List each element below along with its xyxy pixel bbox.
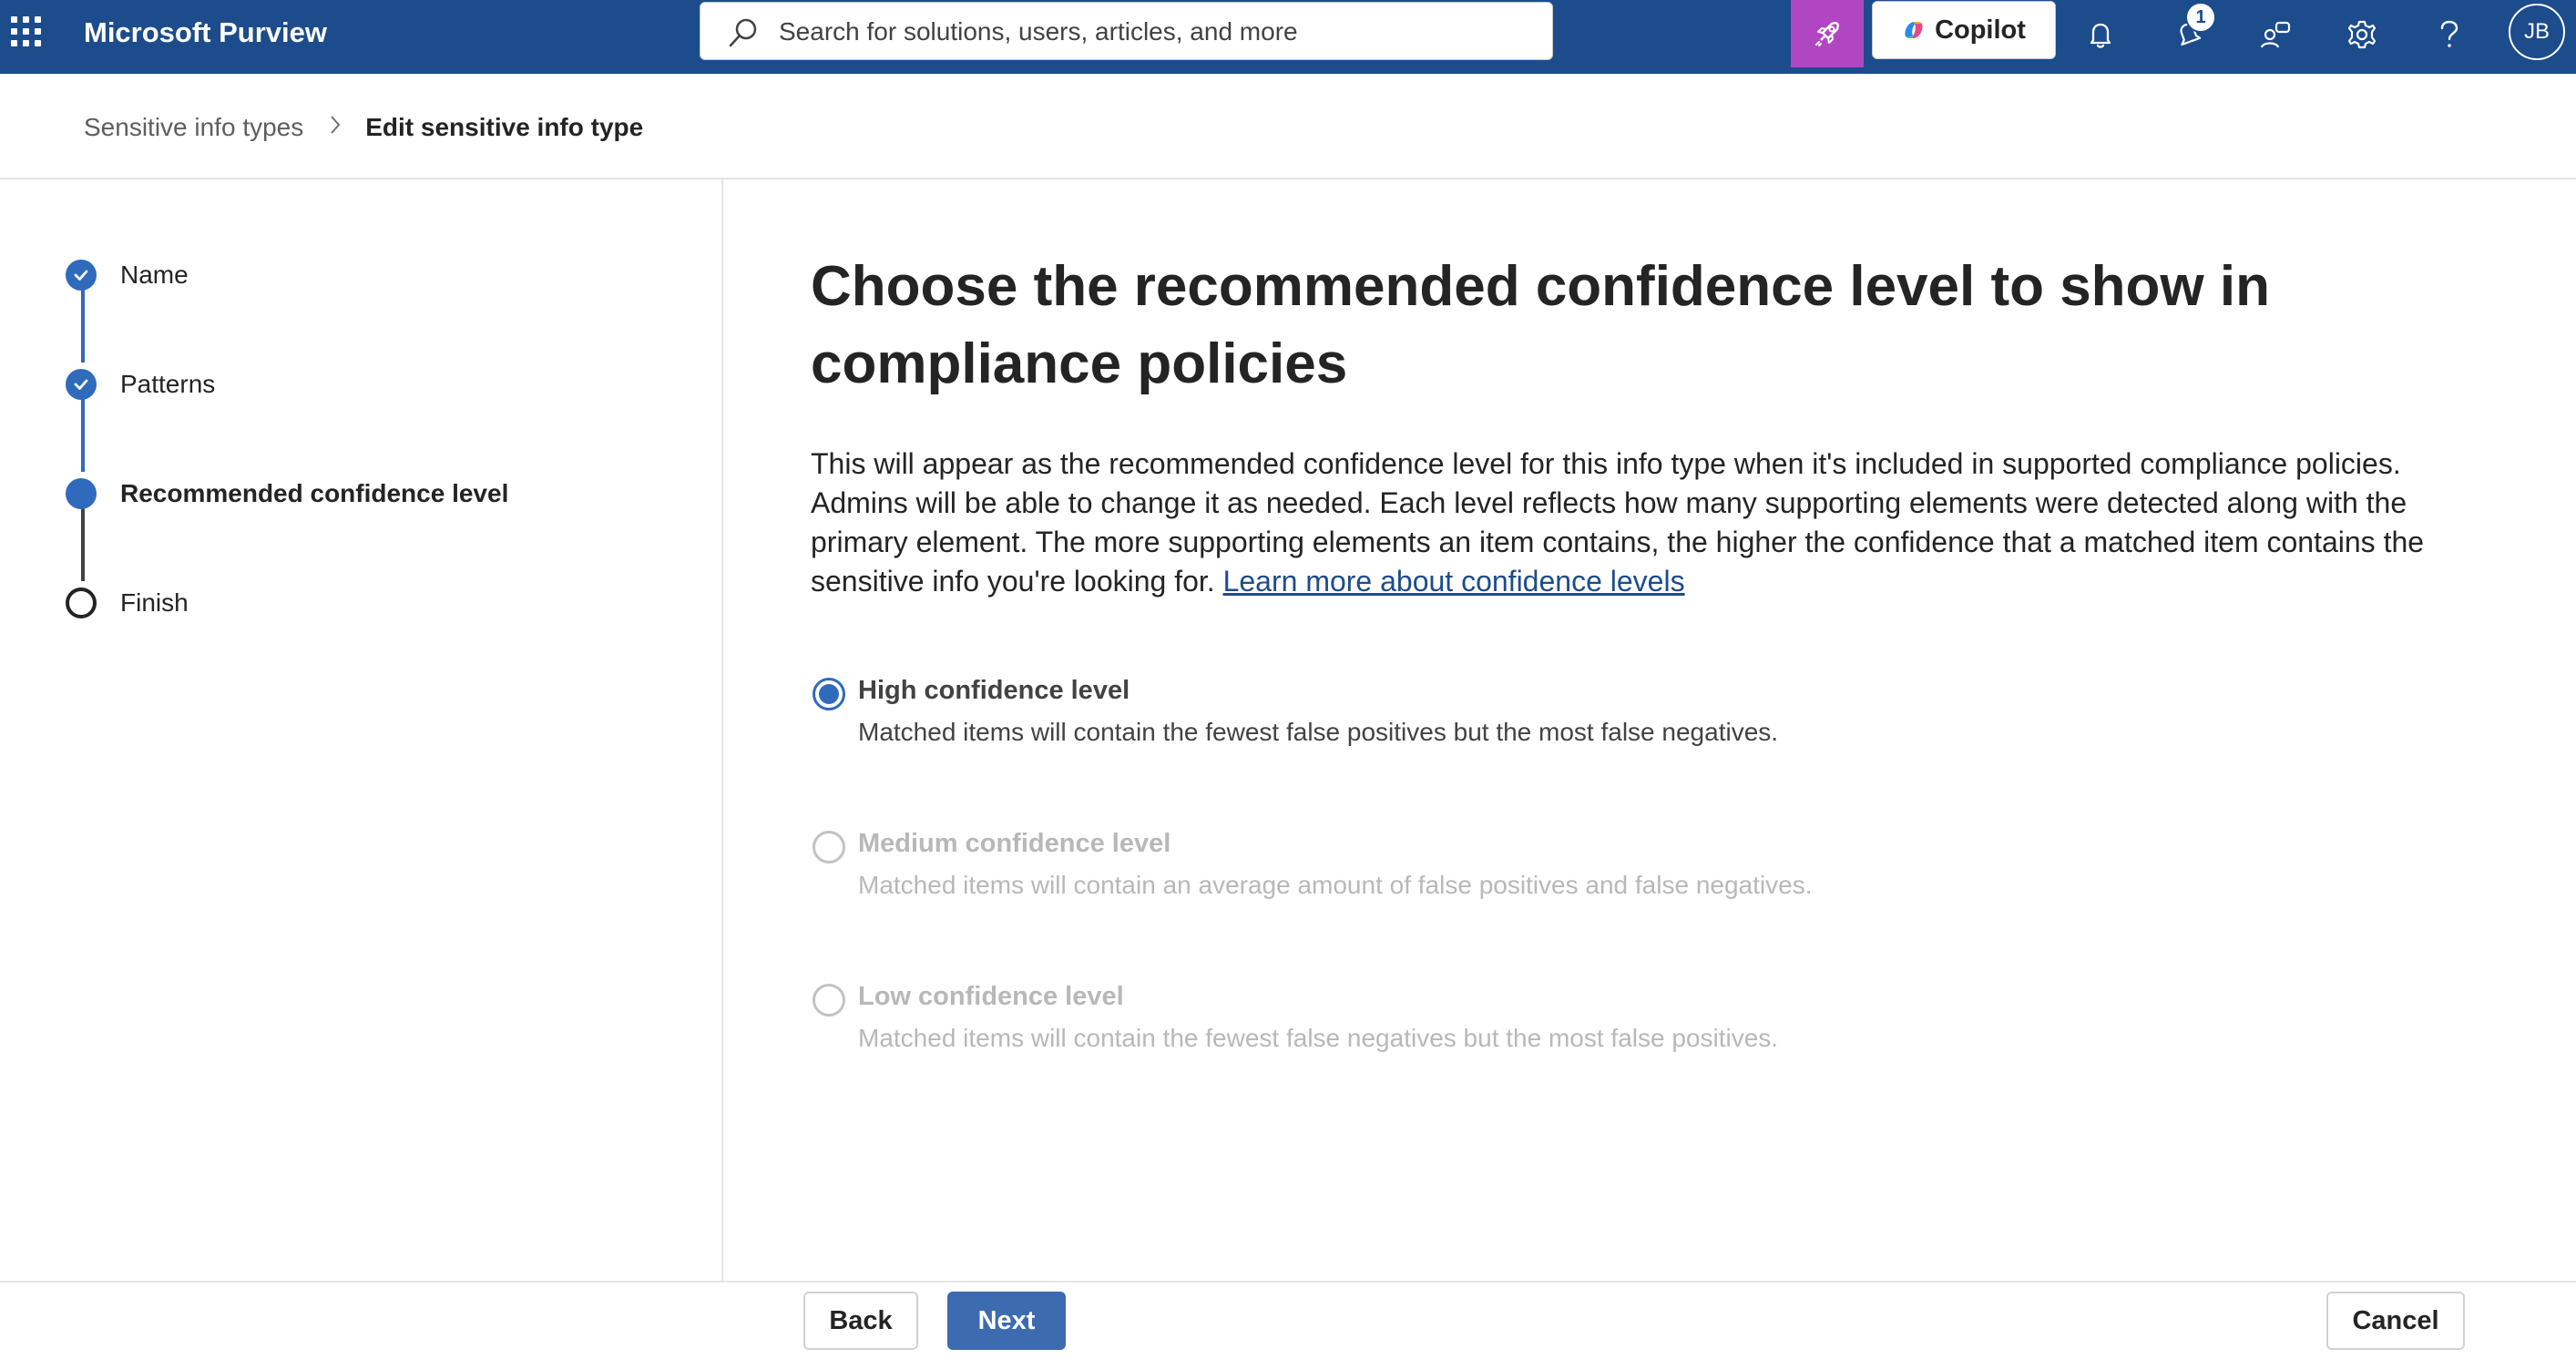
footer-divider [0,1281,2576,1282]
step-label: Recommended confidence level [120,479,509,507]
copilot-label: Copilot [1935,15,2026,45]
community-button[interactable] [2250,9,2301,60]
next-button[interactable]: Next [947,1292,1066,1350]
search-input[interactable] [779,12,1526,52]
steps-divider [721,179,723,1282]
step-finish: Finish [66,588,189,618]
cancel-button[interactable]: Cancel [2326,1292,2465,1350]
back-button[interactable]: Back [803,1292,918,1350]
radio-high-confidence[interactable] [813,678,845,710]
rocket-icon [1815,22,1839,46]
radio-low-confidence [813,984,845,1017]
breadcrumb-parent-link[interactable]: Sensitive info types [84,113,303,142]
app-launcher-icon[interactable] [7,13,44,49]
rocket-button[interactable] [1791,0,1864,67]
radio-medium-confidence [813,831,845,863]
step-label: Name [120,261,189,289]
radio-selected-dot [819,684,839,704]
notifications-button[interactable] [2075,9,2126,60]
step-connector [81,508,85,581]
top-bar: Microsoft Purview Copilot [0,0,2576,74]
current-step-dot-icon [66,478,97,509]
step-name[interactable]: Name [66,260,189,291]
step-recommended-confidence-level[interactable]: Recommended confidence level [66,478,508,509]
page-description: This will appear as the recommended conf… [811,444,2450,601]
step-label: Finish [120,588,189,617]
breadcrumb-current: Edit sensitive info type [365,113,644,141]
step-connector [81,399,85,472]
option-title: Medium confidence level [858,829,1171,858]
help-button[interactable] [2424,9,2475,60]
bell-icon [2090,23,2111,48]
option-title[interactable]: High confidence level [858,676,1130,706]
avatar[interactable]: JB [2509,4,2565,60]
step-connector [81,290,85,363]
header-divider [0,178,2576,179]
option-description: Matched items will contain the fewest fa… [858,718,1779,746]
checkmark-icon [66,369,97,400]
chevron-right-icon [329,114,342,142]
option-description: Matched items will contain an average am… [858,871,1813,899]
gear-icon [2347,20,2377,49]
copilot-button[interactable]: Copilot [1872,1,2056,59]
settings-button[interactable] [2336,9,2387,60]
step-patterns[interactable]: Patterns [66,369,215,400]
notification-badge: 1 [2185,2,2216,33]
checkmark-icon [66,260,97,291]
learn-more-link[interactable]: Learn more about confidence levels [1223,565,1685,598]
people-icon [2260,21,2291,48]
help-icon [2440,20,2458,47]
search-box[interactable] [700,2,1553,60]
option-description: Matched items will contain the fewest fa… [858,1024,1779,1052]
option-title: Low confidence level [858,982,1124,1011]
empty-step-circle-icon [66,588,97,618]
search-icon [729,18,757,47]
breadcrumb: Sensitive info types Edit sensitive info… [84,109,643,146]
step-label: Patterns [120,370,216,398]
copilot-icon [1905,22,1923,38]
app-title[interactable]: Microsoft Purview [84,15,327,51]
page-title: Choose the recommended confidence level … [811,255,2270,395]
